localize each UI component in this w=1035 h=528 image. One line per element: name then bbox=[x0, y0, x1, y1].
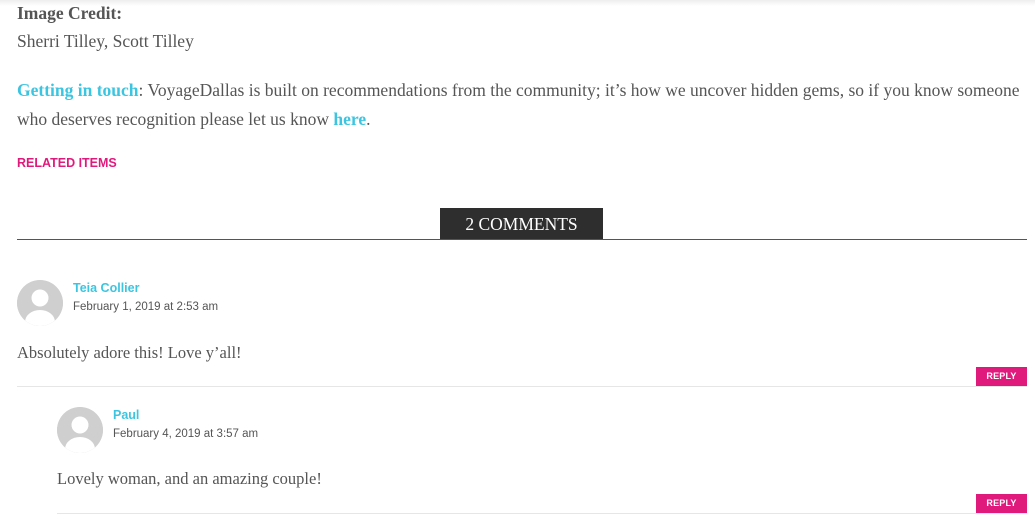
comment-author-link[interactable]: Teia Collier bbox=[73, 281, 139, 295]
comments-divider bbox=[17, 239, 1027, 240]
avatar-icon bbox=[17, 280, 63, 326]
comment-date: February 1, 2019 at 2:53 am bbox=[73, 301, 219, 313]
comment-text: Lovely woman, and an amazing couple! bbox=[57, 469, 322, 488]
comment-author-link[interactable]: Paul bbox=[113, 408, 139, 422]
default-user-avatar-icon bbox=[57, 407, 103, 453]
here-link[interactable]: here bbox=[333, 109, 366, 129]
default-user-avatar-icon bbox=[17, 280, 63, 326]
image-credit-names: Sherri Tilley, Scott Tilley bbox=[17, 31, 194, 51]
getting-in-touch-paragraph: Getting in touch: VoyageDallas is built … bbox=[17, 76, 1032, 133]
reply-button[interactable]: REPLY bbox=[976, 367, 1027, 386]
comment-date: February 4, 2019 at 3:57 am bbox=[113, 428, 259, 440]
getting-in-touch-link[interactable]: Getting in touch bbox=[17, 80, 139, 100]
comments-heading: 2 COMMENTS bbox=[440, 208, 603, 239]
getting-in-touch-period: . bbox=[366, 108, 371, 129]
comment-text: Absolutely adore this! Love y’all! bbox=[17, 343, 242, 362]
reply-button[interactable]: REPLY bbox=[976, 494, 1027, 513]
comment-separator bbox=[57, 513, 1027, 514]
image-credit-label: Image Credit: bbox=[17, 3, 123, 23]
avatar-icon bbox=[57, 407, 103, 453]
getting-in-touch-text: : VoyageDallas is built on recommendatio… bbox=[17, 80, 1020, 129]
comment-separator bbox=[17, 386, 1027, 387]
related-items-heading: RELATED ITEMS bbox=[17, 156, 117, 170]
top-shadow bbox=[0, 0, 1035, 6]
